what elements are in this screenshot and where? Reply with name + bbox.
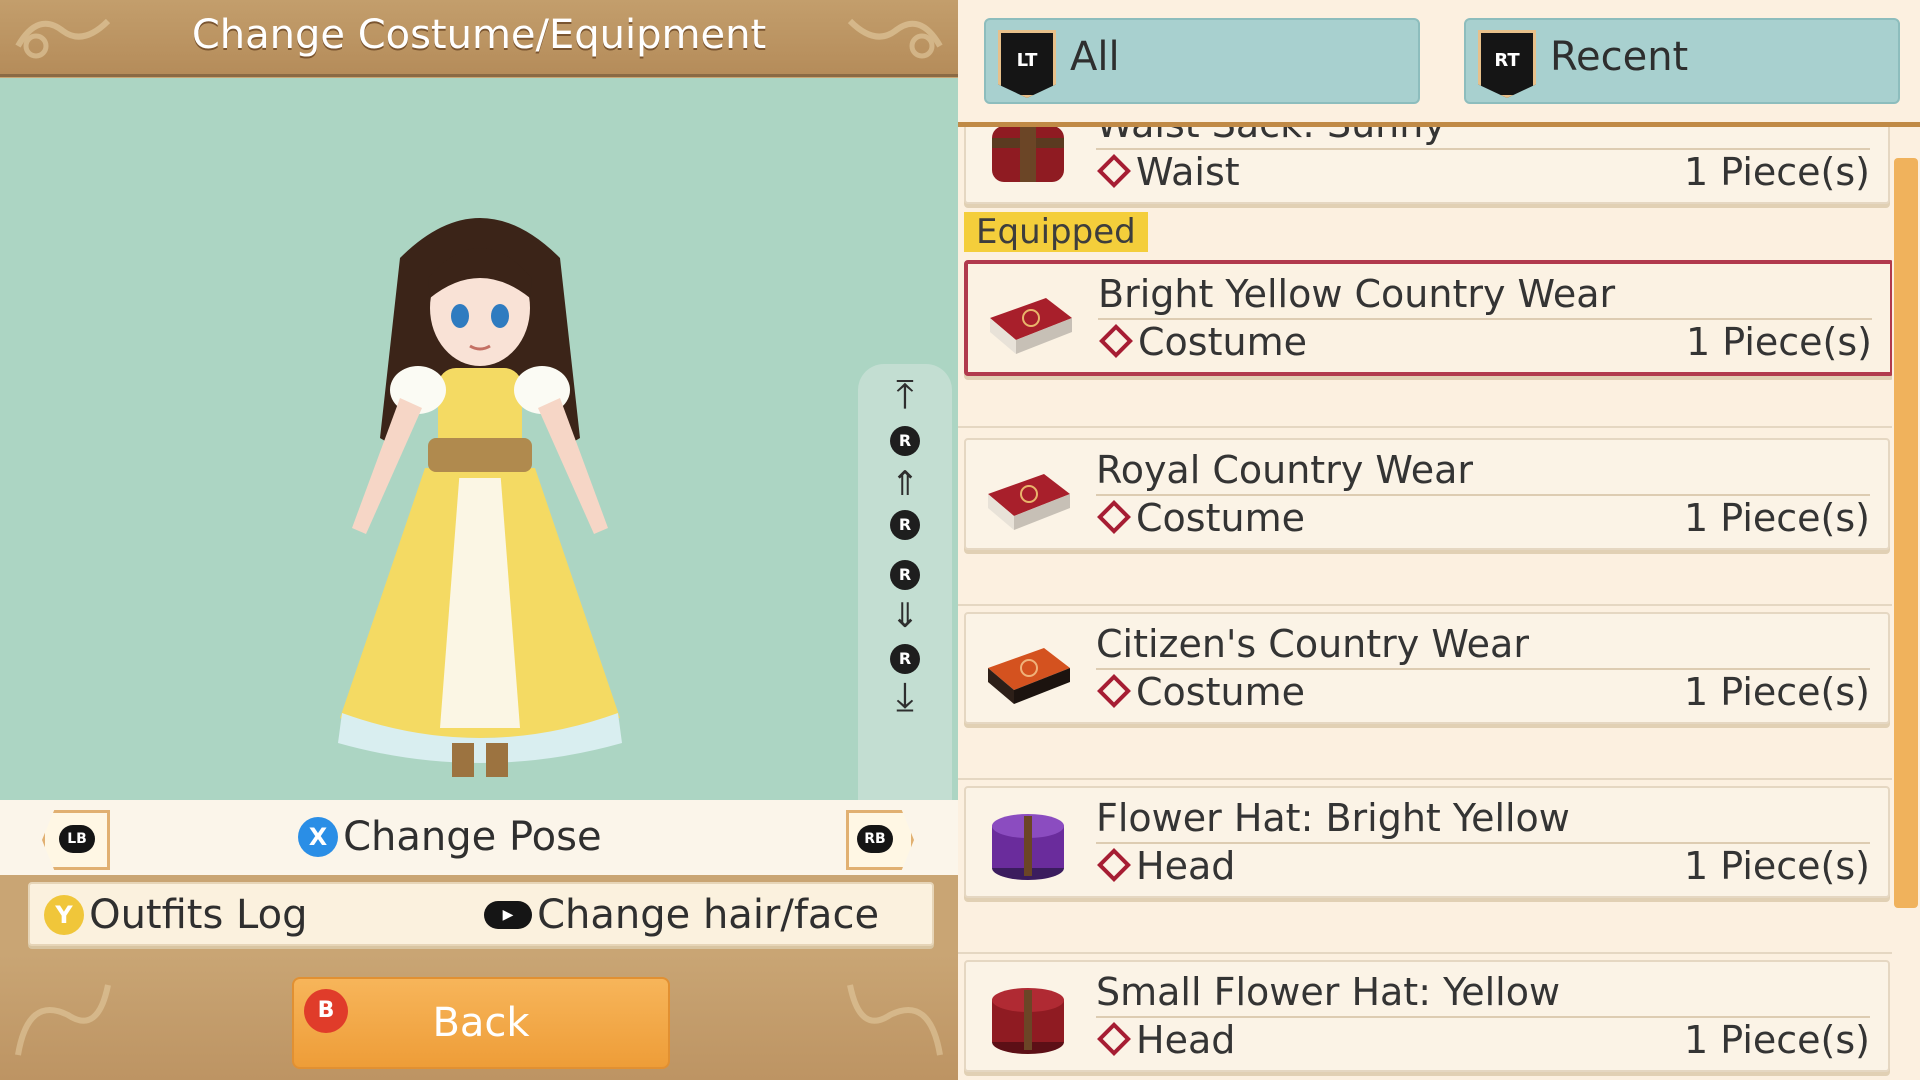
change-pose-button[interactable]: X Change Pose bbox=[298, 814, 602, 860]
pan-up-icon[interactable]: ⇑ bbox=[858, 464, 952, 504]
zoom-top-icon[interactable]: ⤒ bbox=[858, 372, 952, 418]
item-name: Citizen's Country Wear bbox=[1096, 622, 1529, 666]
item-slot: Costume bbox=[1098, 320, 1307, 364]
ornament-icon bbox=[15, 984, 111, 1056]
b-button-icon: B bbox=[304, 989, 348, 1033]
red-bag-icon bbox=[992, 122, 1064, 182]
outfits-log-label: Outfits Log bbox=[89, 892, 308, 938]
item-slot-label: Costume bbox=[1138, 320, 1307, 364]
diamond-icon bbox=[1099, 323, 1133, 358]
y-button-icon: Y bbox=[44, 895, 84, 935]
diamond-icon bbox=[1097, 673, 1131, 708]
item-slot-label: Costume bbox=[1136, 670, 1305, 714]
pose-bar: LB X Change Pose RB bbox=[0, 800, 958, 875]
lt-button-icon: LT bbox=[998, 30, 1056, 98]
change-hair-face-label: Change hair/face bbox=[537, 892, 880, 938]
outfits-log-button[interactable]: Y Outfits Log bbox=[44, 892, 308, 938]
row-divider bbox=[958, 376, 1892, 428]
red-costume-box-icon bbox=[990, 298, 1072, 354]
diamond-icon bbox=[1097, 153, 1131, 188]
change-pose-label: Change Pose bbox=[343, 814, 602, 860]
red-hatbox-icon bbox=[992, 988, 1064, 1054]
change-hair-face-button[interactable]: ▶ Change hair/face bbox=[484, 892, 879, 938]
row-divider bbox=[958, 728, 1892, 780]
character-panel: Change Costume/Equipment ⤒ R ⇑ R R ⇓ R ⤓… bbox=[0, 0, 958, 1080]
x-button-icon: X bbox=[298, 817, 338, 857]
scrollbar-thumb[interactable] bbox=[1894, 158, 1918, 908]
character-preview[interactable]: ⤒ R ⇑ R R ⇓ R ⤓ bbox=[0, 78, 958, 869]
back-label: Back bbox=[432, 1000, 530, 1046]
list-item[interactable]: Small Flower Hat: Yellow Head 1 Piece(s) bbox=[964, 960, 1890, 1072]
item-name: Flower Hat: Bright Yellow bbox=[1096, 796, 1570, 840]
item-quantity: 1 Piece(s) bbox=[1686, 320, 1872, 364]
zoom-bottom-icon[interactable]: ⤓ bbox=[858, 674, 952, 720]
list-item[interactable]: Flower Hat: Bright Yellow Head 1 Piece(s… bbox=[964, 786, 1890, 898]
rotate-right-icon[interactable]: R bbox=[858, 560, 952, 590]
filter-recent-label: Recent bbox=[1550, 34, 1689, 80]
item-slot-label: Costume bbox=[1136, 496, 1305, 540]
outfits-bar: Y Outfits Log ▶ Change hair/face bbox=[28, 882, 934, 946]
rb-button[interactable]: RB bbox=[846, 810, 914, 870]
item-name: Bright Yellow Country Wear bbox=[1098, 272, 1616, 316]
item-list: Waist Sack: Sunny Waist 1 Piece(s) Equip… bbox=[958, 122, 1892, 1080]
panel-header: Change Costume/Equipment bbox=[0, 0, 958, 77]
footer: B Back bbox=[0, 955, 958, 1080]
row-divider bbox=[958, 902, 1892, 954]
row-divider bbox=[958, 554, 1892, 606]
item-quantity: 1 Piece(s) bbox=[1684, 1018, 1870, 1062]
list-item[interactable]: Citizen's Country Wear Costume 1 Piece(s… bbox=[964, 612, 1890, 724]
lb-button[interactable]: LB bbox=[42, 810, 110, 870]
item-quantity: 1 Piece(s) bbox=[1684, 496, 1870, 540]
diamond-icon bbox=[1097, 1021, 1131, 1056]
ornament-icon bbox=[847, 18, 943, 59]
item-quantity: 1 Piece(s) bbox=[1684, 150, 1870, 194]
list-item[interactable]: Waist Sack: Sunny Waist 1 Piece(s) bbox=[964, 122, 1890, 204]
scrollbar[interactable] bbox=[1892, 122, 1920, 1080]
pan-down-icon[interactable]: ⇓ bbox=[858, 596, 952, 636]
right-stick-icon: ▶ bbox=[484, 901, 532, 929]
item-quantity: 1 Piece(s) bbox=[1684, 670, 1870, 714]
item-slot-label: Waist bbox=[1136, 150, 1240, 194]
item-slot: Head bbox=[1096, 844, 1235, 888]
camera-controls: ⤒ R ⇑ R R ⇓ R ⤓ bbox=[858, 364, 952, 869]
item-slot-label: Head bbox=[1136, 1018, 1236, 1062]
item-slot: Costume bbox=[1096, 670, 1305, 714]
item-slot: Head bbox=[1096, 1018, 1235, 1062]
back-button[interactable]: B Back bbox=[292, 977, 670, 1069]
diamond-icon bbox=[1097, 847, 1131, 882]
item-name: Small Flower Hat: Yellow bbox=[1096, 970, 1561, 1014]
filter-bar: LT All RT Recent bbox=[958, 0, 1920, 127]
ornament-icon bbox=[847, 984, 943, 1056]
item-quantity: 1 Piece(s) bbox=[1684, 844, 1870, 888]
list-item[interactable]: Royal Country Wear Costume 1 Piece(s) bbox=[964, 438, 1890, 550]
item-name: Royal Country Wear bbox=[1096, 448, 1474, 492]
rotate-left-icon[interactable]: R bbox=[858, 510, 952, 540]
list-item-equipped[interactable]: Bright Yellow Country Wear Costume 1 Pie… bbox=[964, 260, 1892, 376]
character-model bbox=[338, 218, 622, 777]
equipped-badge: Equipped bbox=[964, 212, 1148, 252]
page-title: Change Costume/Equipment bbox=[191, 12, 767, 58]
filter-all-button[interactable]: LT All bbox=[984, 18, 1420, 104]
equipment-list-panel: LT All RT Recent Waist Sack: Sunny Waist… bbox=[958, 0, 1920, 1080]
purple-hatbox-icon bbox=[992, 814, 1064, 880]
rotate-down-icon[interactable]: R bbox=[858, 644, 952, 674]
orange-costume-box-icon bbox=[988, 648, 1070, 704]
item-slot: Costume bbox=[1096, 496, 1305, 540]
item-slot: Waist bbox=[1096, 150, 1240, 194]
rt-button-icon: RT bbox=[1478, 30, 1536, 98]
item-slot-label: Head bbox=[1136, 844, 1236, 888]
filter-all-label: All bbox=[1070, 34, 1120, 80]
diamond-icon bbox=[1097, 499, 1131, 534]
rotate-up-icon[interactable]: R bbox=[858, 426, 952, 456]
red-costume-box-icon bbox=[988, 474, 1070, 530]
filter-recent-button[interactable]: RT Recent bbox=[1464, 18, 1900, 104]
